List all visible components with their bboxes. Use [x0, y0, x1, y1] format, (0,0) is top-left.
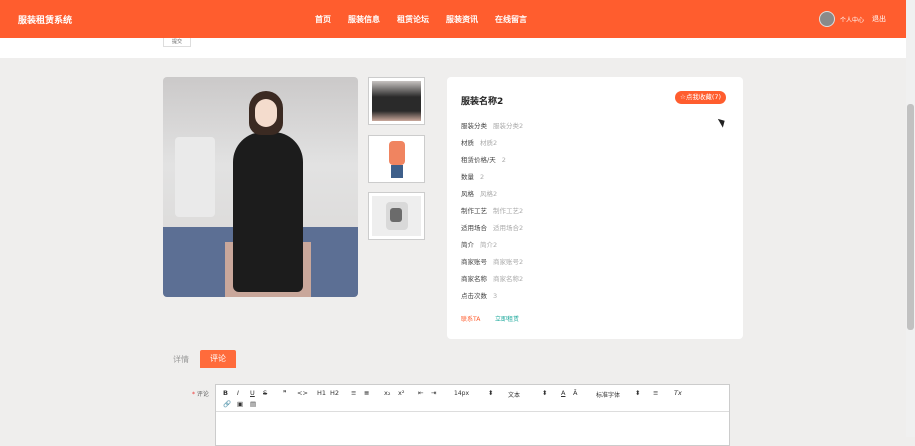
field-rent-price: 租赁价格/天 2 [461, 154, 506, 164]
thumbnail-3-print [390, 208, 402, 222]
field-label: 服装分类 [461, 122, 487, 130]
editor-toolbar: B I U S ❞ <> H1 H2 ≡ ≣ x₂ x² ⇤ ⇥ 14px ⬍ … [216, 385, 729, 412]
field-merchant-account: 商家账号 商家账号2 [461, 256, 523, 266]
contact-link[interactable]: 联系TA [461, 314, 480, 323]
user-area: 个人中心 退出 [818, 11, 886, 27]
rent-now-link[interactable]: 立即租赁 [495, 314, 519, 323]
product-info-card: 服装名称2 ☆点我收藏(7) 服装分类 服装分类2 材质 材质2 租赁价格/天 2 数… [447, 77, 743, 339]
field-value: 制作工艺2 [493, 207, 524, 215]
thumbnail-2[interactable] [368, 135, 425, 183]
field-value: 材质2 [480, 139, 498, 147]
tab-comment[interactable]: 评论 [200, 350, 236, 368]
thumbnail-1-image [372, 81, 421, 121]
nav-online-message[interactable]: 在线留言 [495, 14, 527, 25]
thumbnail-2-image [372, 139, 421, 179]
top-navbar: 服装租赁系统 首页 服装信息 租赁论坛 服装资讯 在线留言 个人中心 退出 [0, 0, 906, 38]
nav-rental-forum[interactable]: 租赁论坛 [397, 14, 429, 25]
search-submit-button[interactable]: 提交 [163, 38, 191, 47]
thumbnail-2-shirt [389, 141, 405, 165]
avatar[interactable] [818, 11, 835, 27]
field-click-count: 点击次数 3 [461, 290, 497, 300]
nav-clothing-news[interactable]: 服装资讯 [446, 14, 478, 25]
field-value: 简介2 [480, 241, 498, 249]
field-value: 2 [480, 173, 485, 181]
header2-button[interactable]: H2 [330, 389, 339, 397]
bold-button[interactable]: B [223, 389, 228, 397]
field-occasion: 适用场合 适用场合2 [461, 222, 523, 232]
field-value: 2 [501, 156, 506, 164]
video-icon[interactable]: ▤ [250, 400, 256, 408]
collect-button[interactable]: ☆点我收藏(7) [675, 91, 727, 104]
brand-title[interactable]: 服装租赁系统 [18, 13, 72, 26]
field-label: 简介 [461, 241, 474, 249]
strike-button[interactable]: S [263, 389, 267, 397]
clear-format-button[interactable]: Tx [674, 389, 682, 397]
field-label: 商家账号 [461, 258, 487, 266]
search-strip [0, 38, 906, 58]
image-icon[interactable]: ▣ [237, 400, 243, 408]
background-color-button[interactable]: Ā [573, 389, 577, 397]
align-button[interactable]: ≡ [653, 389, 658, 397]
field-value: 服装分类2 [493, 122, 524, 130]
font-color-button[interactable]: A [561, 389, 565, 397]
font-size-select[interactable]: 14px [454, 390, 469, 397]
field-merchant-name: 商家名称 商家名称2 [461, 273, 523, 283]
thumbnail-3[interactable] [368, 192, 425, 240]
paragraph-select-chevron-icon: ⬍ [542, 389, 548, 397]
field-label: 租赁价格/天 [461, 156, 496, 164]
field-category: 服装分类 服装分类2 [461, 120, 523, 130]
required-mark: * [192, 391, 195, 398]
bullet-list-button[interactable]: ≣ [364, 389, 369, 397]
field-label: 点击次数 [461, 292, 487, 300]
comment-label-text: 评论 [196, 391, 209, 398]
superscript-button[interactable]: x² [398, 389, 404, 397]
outdent-button[interactable]: ⇤ [418, 389, 423, 397]
field-quantity: 数量 2 [461, 171, 484, 181]
field-craft: 制作工艺 制作工艺2 [461, 205, 523, 215]
main-nav: 首页 服装信息 租赁论坛 服装资讯 在线留言 [315, 14, 544, 25]
scrollbar-thumb[interactable] [907, 104, 914, 330]
nav-clothing-info[interactable]: 服装信息 [348, 14, 380, 25]
tab-detail[interactable]: 详情 [173, 354, 189, 365]
comment-label: * 评论 [192, 389, 209, 398]
field-value: 风格2 [480, 190, 498, 198]
field-value: 商家名称2 [493, 275, 524, 283]
product-title: 服装名称2 [461, 97, 504, 107]
main-product-image [163, 77, 358, 297]
link-icon[interactable]: 🔗 [223, 400, 231, 408]
image-face [255, 99, 277, 127]
field-value: 适用场合2 [493, 224, 524, 232]
field-label: 制作工艺 [461, 207, 487, 215]
field-value: 商家账号2 [493, 258, 524, 266]
font-family-select[interactable]: 标准字体 [596, 390, 620, 399]
user-center-link[interactable]: 个人中心 [840, 15, 864, 24]
image-dress [233, 132, 303, 292]
field-intro: 简介 简介2 [461, 239, 497, 249]
font-select-chevron-icon: ⬍ [635, 389, 641, 397]
thumbnail-3-image [372, 196, 421, 236]
header1-button[interactable]: H1 [317, 389, 326, 397]
field-style: 风格 风格2 [461, 188, 497, 198]
code-block-button[interactable]: <> [297, 389, 308, 397]
field-label: 数量 [461, 173, 474, 181]
field-value: 3 [493, 292, 498, 300]
subscript-button[interactable]: x₂ [384, 389, 390, 397]
paragraph-select[interactable]: 文本 [508, 390, 520, 399]
nav-home[interactable]: 首页 [315, 14, 331, 25]
thumbnail-2-jeans [391, 165, 403, 178]
field-label: 风格 [461, 190, 474, 198]
size-select-chevron-icon: ⬍ [488, 389, 494, 397]
indent-button[interactable]: ⇥ [431, 389, 436, 397]
blockquote-button[interactable]: ❞ [283, 389, 287, 397]
underline-button[interactable]: U [250, 389, 255, 397]
field-label: 商家名称 [461, 275, 487, 283]
field-label: 适用场合 [461, 224, 487, 232]
image-lamp [175, 137, 215, 217]
field-material: 材质 材质2 [461, 137, 497, 147]
ordered-list-button[interactable]: ≡ [351, 389, 356, 397]
italic-button[interactable]: I [237, 389, 239, 397]
logout-link[interactable]: 退出 [872, 14, 886, 24]
thumbnail-1[interactable] [368, 77, 425, 125]
field-label: 材质 [461, 139, 474, 147]
